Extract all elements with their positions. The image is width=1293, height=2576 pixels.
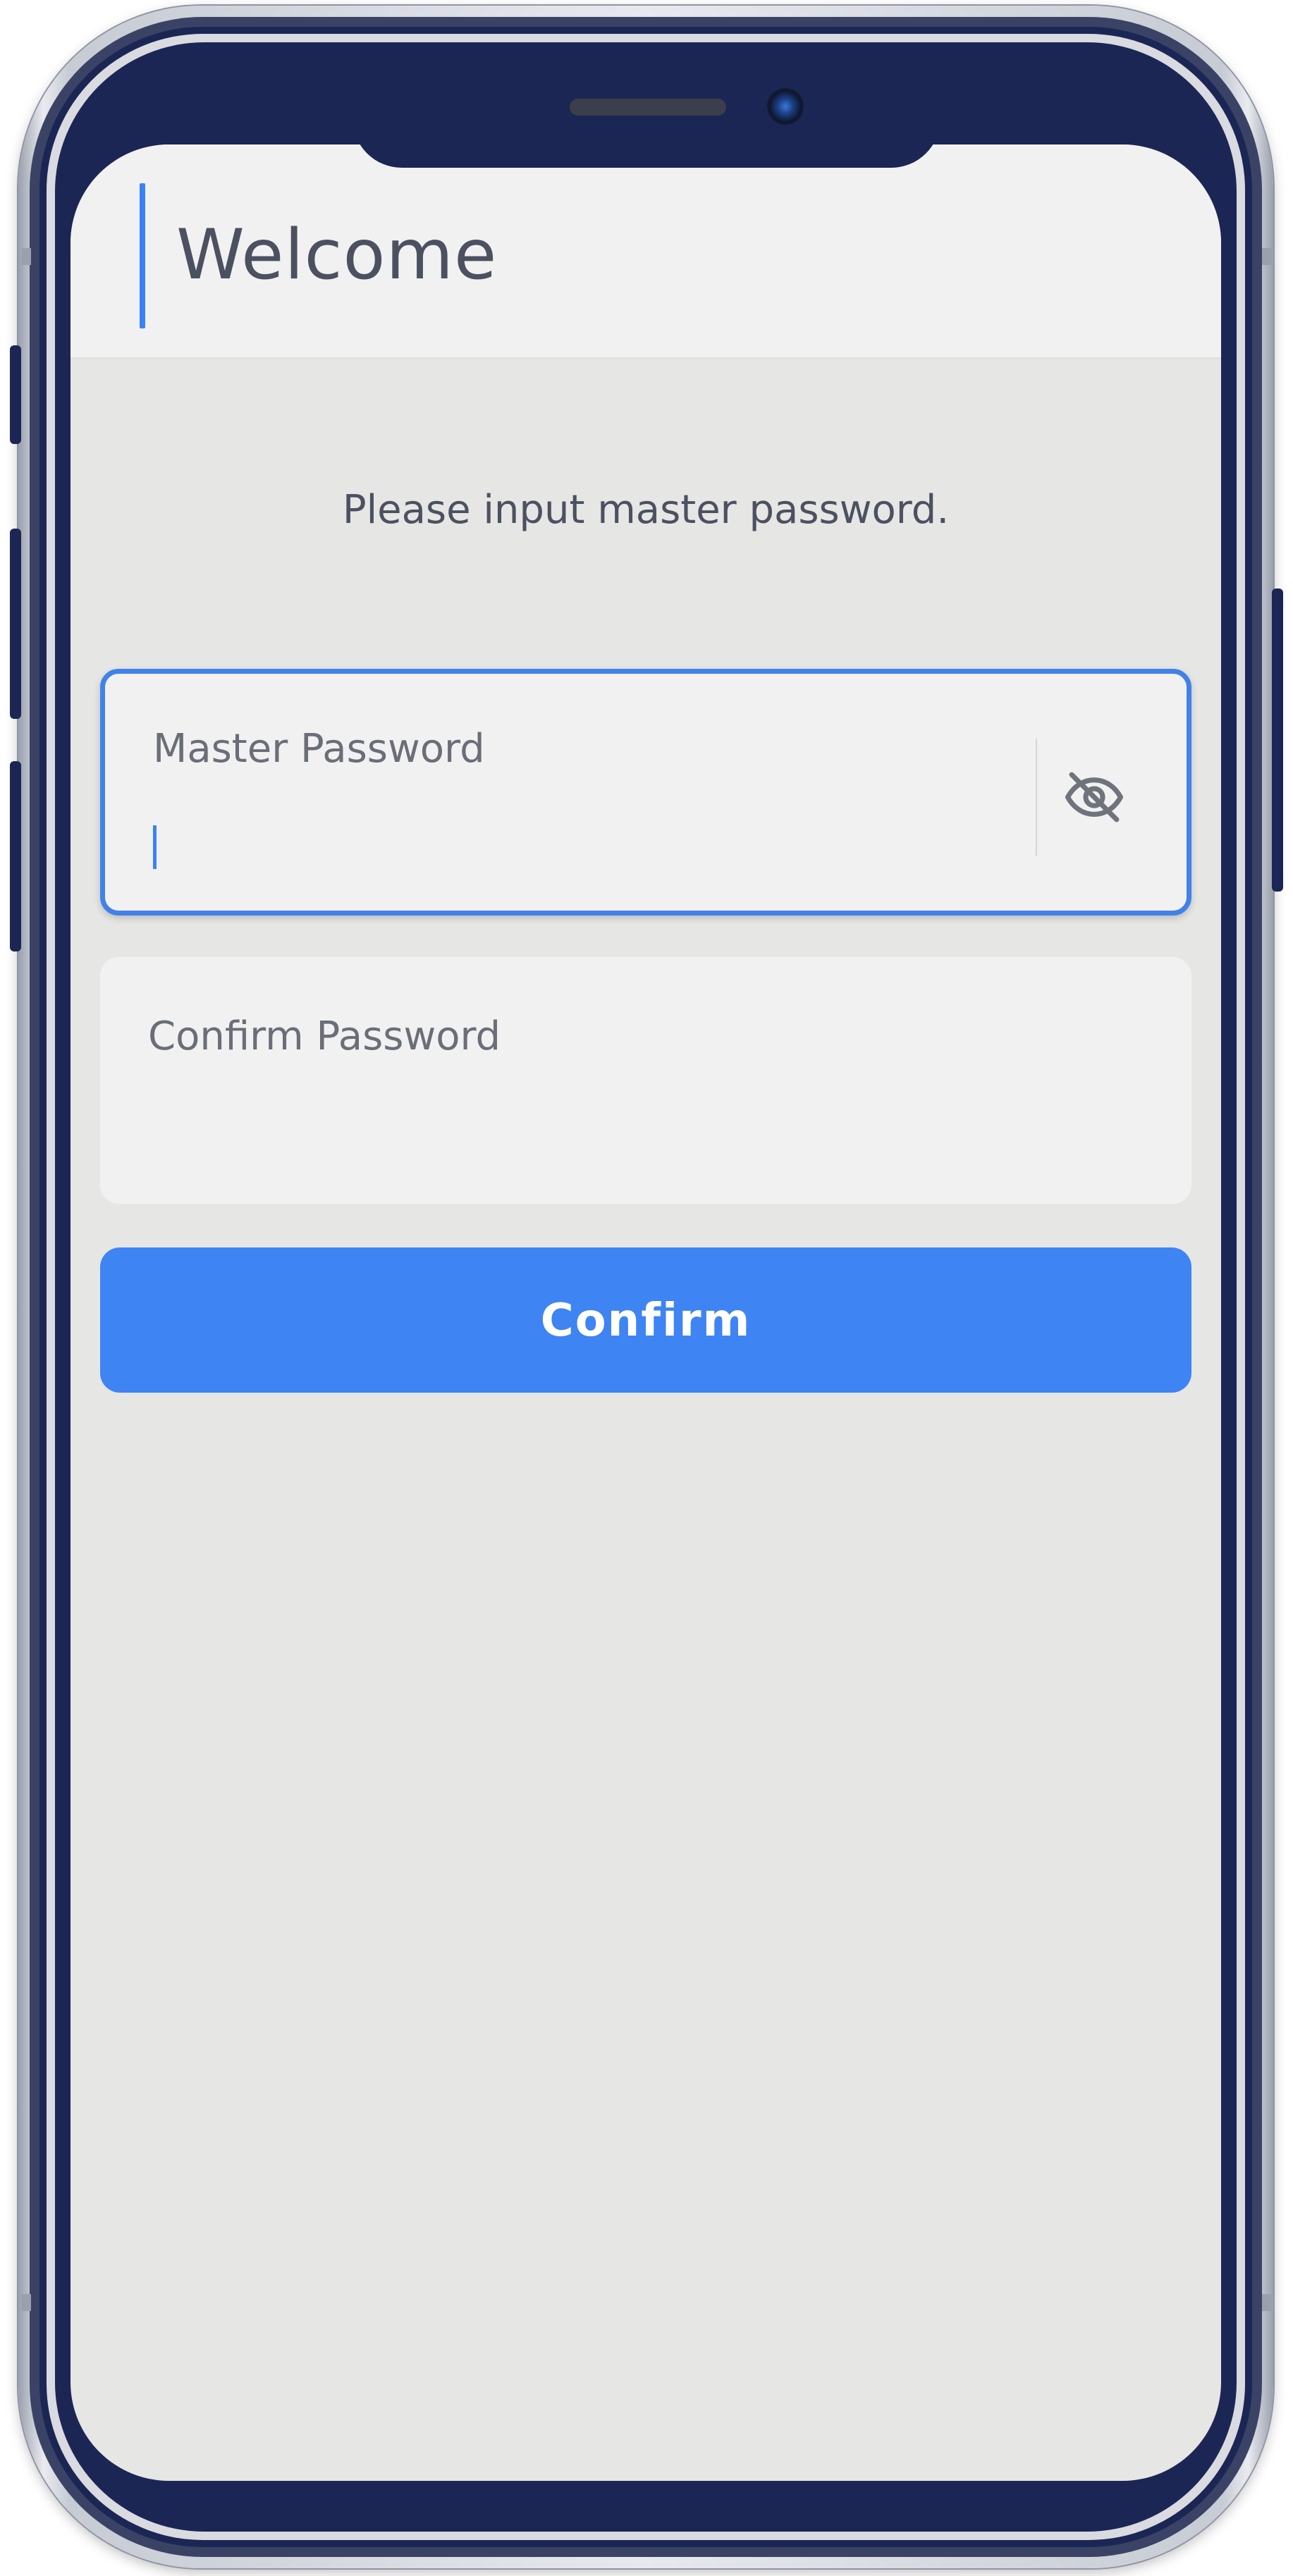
confirm-password-label: Confirm Password [148,1013,501,1059]
toggle-visibility-button[interactable] [1062,765,1126,829]
silent-switch [10,345,21,444]
header-accent-bar [140,183,145,328]
antenna-band [21,2294,31,2311]
app-screen: Welcome Please input master password. Ma… [71,144,1221,2481]
app-header: Welcome [71,144,1221,359]
eye-off-icon [1065,772,1124,822]
master-password-field[interactable]: Master Password [100,669,1191,916]
earpiece-speaker [570,99,726,116]
power-button [1272,588,1283,892]
text-cursor [153,825,157,869]
display-notch [353,113,940,168]
field-divider [1036,739,1037,856]
antenna-band [1262,2294,1272,2311]
antenna-band [1262,248,1272,265]
volume-up-button [10,529,21,719]
antenna-band [21,248,31,265]
confirm-password-field[interactable]: Confirm Password [100,957,1191,1204]
confirm-button[interactable]: Confirm [100,1247,1191,1393]
volume-down-button [10,761,21,951]
master-password-label: Master Password [153,726,485,772]
front-camera [767,88,804,125]
instruction-text: Please input master password. [342,487,950,533]
page-title: Welcome [176,215,498,295]
